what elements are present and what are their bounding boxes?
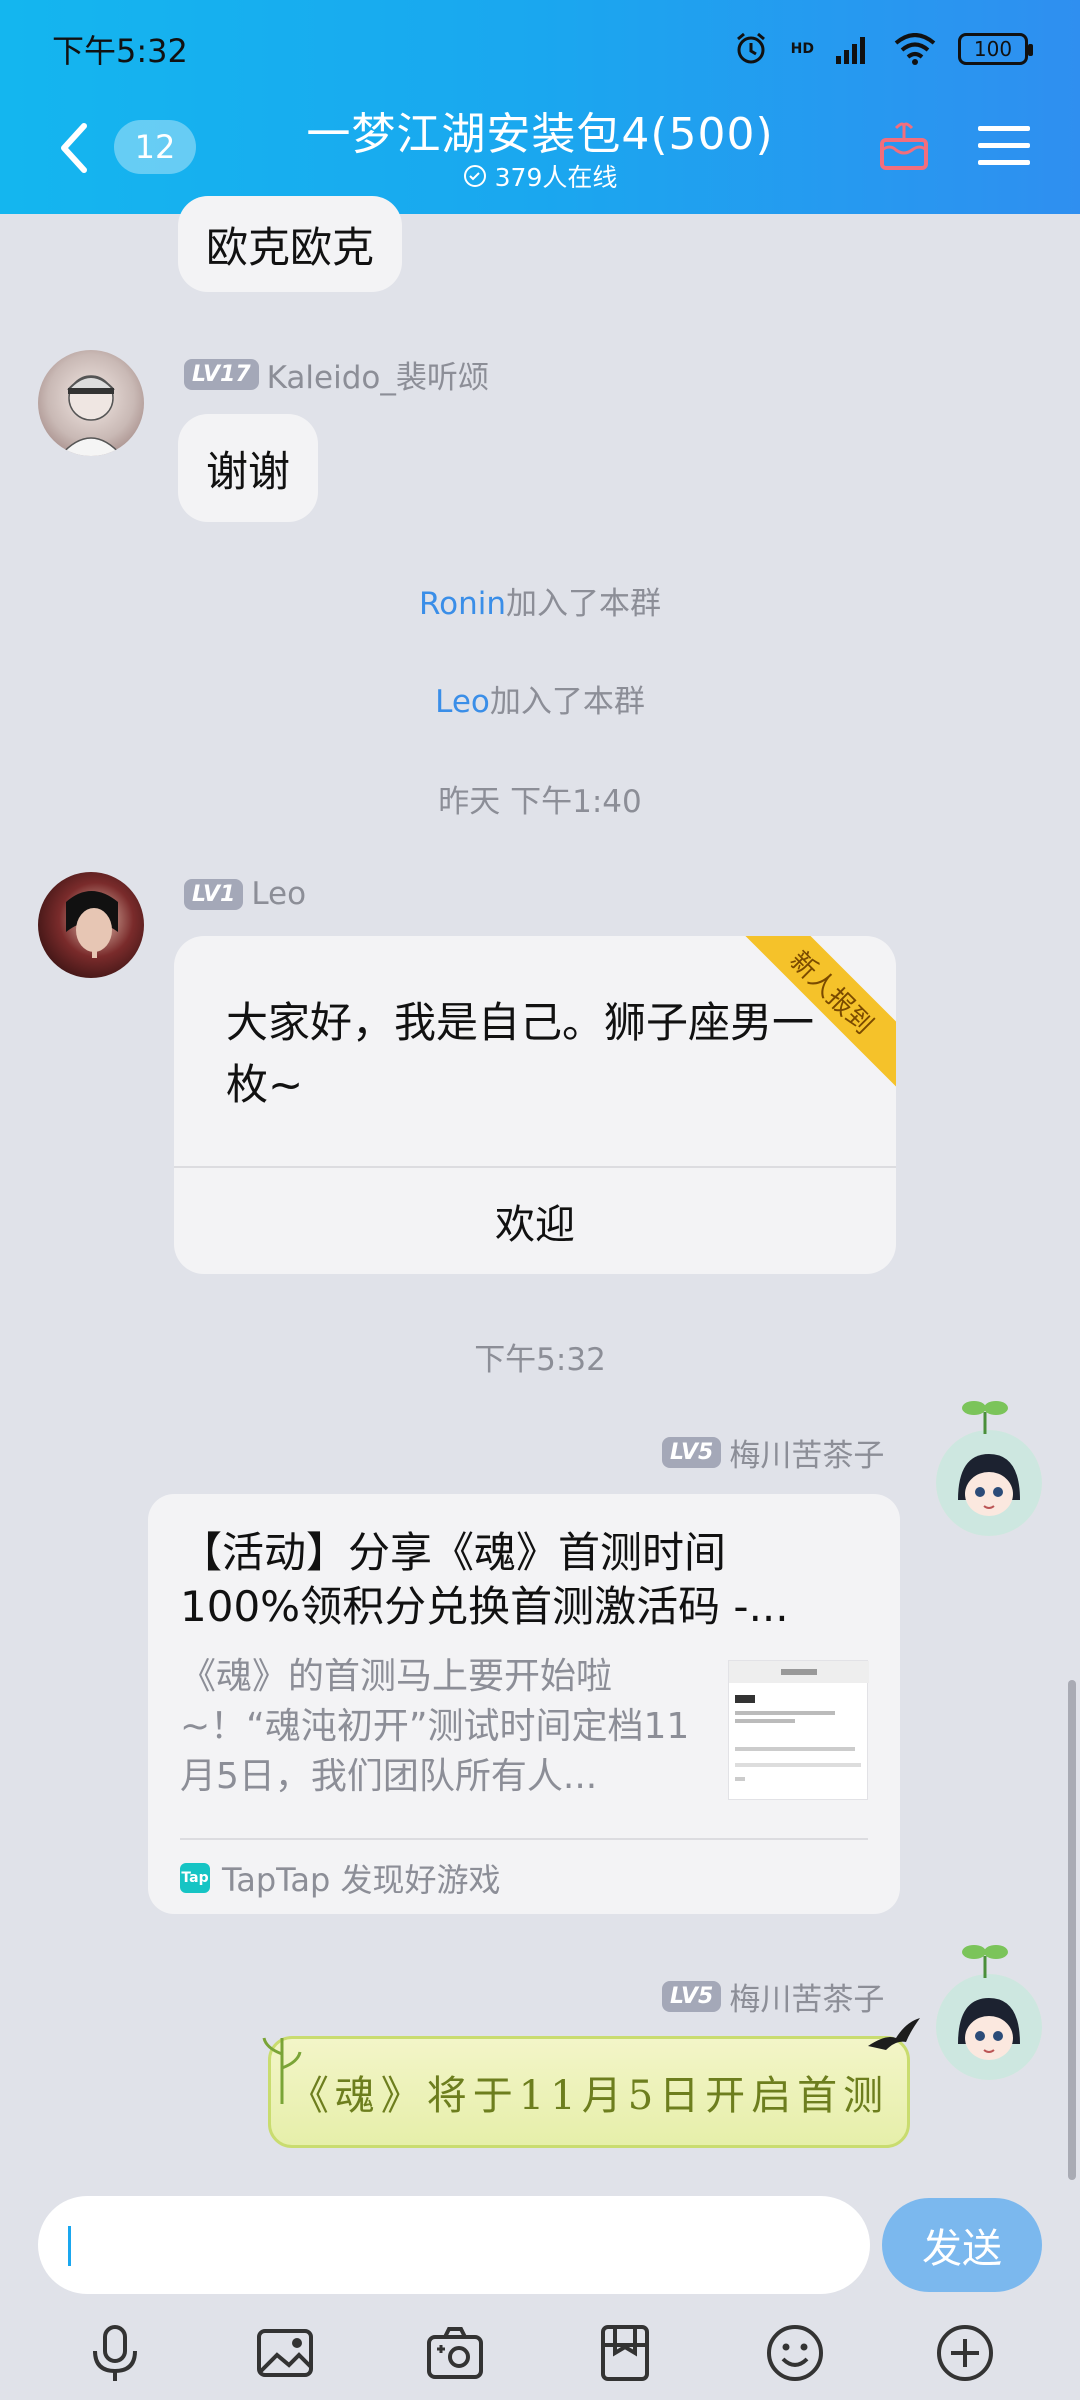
online-check-icon	[463, 165, 486, 187]
network-type: HD	[790, 41, 814, 57]
level-badge: LV5	[662, 1981, 722, 2012]
system-join-message: Leo加入了本群	[0, 676, 1080, 721]
avatar[interactable]	[936, 1430, 1042, 1536]
link-share-card[interactable]: 【活动】分享《魂》首测时间 100%领积分兑换首测激活码 -... 《魂》的首测…	[148, 1494, 900, 1914]
scrollbar[interactable]	[1068, 1680, 1076, 2180]
image-icon[interactable]	[253, 2321, 317, 2385]
message-text: 谢谢	[206, 446, 291, 496]
sender-name-row: LV1 Leo	[184, 876, 306, 912]
banner-text: 《魂》将于11月5日开启首测	[288, 2073, 890, 2119]
join-user-link[interactable]: Ronin	[419, 586, 506, 622]
article-thumbnail-icon	[729, 1661, 869, 1781]
input-area: 发送	[0, 2180, 1080, 2400]
card-divider	[180, 1838, 868, 1840]
wifi-icon	[894, 33, 936, 65]
link-thumbnail	[728, 1660, 869, 1800]
avatar[interactable]	[38, 350, 144, 456]
join-suffix: 加入了本群	[506, 586, 662, 622]
sender-name-row: LV5 梅川苦茶子	[662, 1974, 884, 2019]
message-text: 欧克欧克	[206, 222, 375, 272]
online-count-label: 379人在线	[494, 163, 618, 192]
chat-header: 下午5:32 HD 100 12 一梦江湖安装包4(500) 379人在线	[0, 0, 1080, 214]
level-badge: LV1	[184, 878, 244, 910]
sender-name[interactable]: Kaleido_裴听颂	[267, 352, 489, 397]
status-time: 下午5:32	[52, 32, 188, 70]
emoji-icon[interactable]	[763, 2321, 827, 2385]
sender-name-row: LV17 Kaleido_裴听颂	[184, 352, 489, 397]
signal-icon	[836, 37, 865, 64]
sender-name-row: LV5 梅川苦茶子	[662, 1430, 884, 1475]
file-icon[interactable]	[593, 2321, 657, 2385]
link-description: 《魂》的首测马上要开始啦~！“魂沌初开”测试时间定档11月5日，我们团队所有人.…	[180, 1656, 690, 1797]
input-toolbar	[0, 2306, 1080, 2400]
plus-icon[interactable]	[933, 2321, 997, 2385]
welcome-button[interactable]: 欢迎	[174, 1168, 896, 1274]
message-input[interactable]	[38, 2196, 870, 2294]
timestamp: 昨天 下午1:40	[438, 784, 642, 820]
system-join-message: Ronin加入了本群	[0, 578, 1080, 623]
bamboo-icon	[262, 2037, 302, 2104]
timestamp: 下午5:32	[474, 1342, 606, 1378]
sender-name[interactable]: 梅川苦茶子	[729, 1974, 884, 2019]
message-bubble: 欧克欧克	[178, 196, 403, 292]
camera-icon[interactable]	[423, 2321, 487, 2385]
swallow-icon	[868, 2018, 920, 2050]
sender-name[interactable]: Leo	[251, 876, 306, 912]
join-user-link[interactable]: Leo	[435, 684, 490, 720]
join-suffix: 加入了本群	[489, 684, 645, 720]
message-bubble[interactable]: 谢谢	[178, 414, 319, 522]
sprout-icon	[962, 1401, 1008, 1434]
avatar-portrait-icon	[936, 1974, 1042, 2080]
menu-icon[interactable]	[978, 122, 1030, 170]
gift-icon[interactable]	[876, 118, 932, 174]
sprout-icon	[962, 1945, 1008, 1978]
avatar-portrait-icon	[936, 1430, 1042, 1536]
text-caret	[68, 2226, 71, 2266]
microphone-icon[interactable]	[83, 2321, 147, 2385]
taptap-logo: Tap	[180, 1863, 210, 1893]
link-source-label: TapTap 发现好游戏	[222, 1861, 501, 1899]
link-title: 【活动】分享《魂》首测时间 100%领积分兑换首测激活码 -...	[180, 1528, 789, 1631]
alarm-icon	[736, 32, 765, 64]
send-button[interactable]: 发送	[882, 2198, 1042, 2292]
level-badge: LV17	[184, 359, 259, 390]
newcomer-message: 大家好，我是自己。狮子座男一枚~	[226, 998, 815, 1109]
link-source: Tap TapTap 发现好游戏	[180, 1850, 501, 1906]
battery-indicator: 100	[958, 33, 1033, 65]
avatar-portrait-icon	[66, 891, 118, 958]
level-badge: LV5	[662, 1437, 722, 1468]
decorated-text-bubble[interactable]: 《魂》将于11月5日开启首测	[268, 2036, 910, 2148]
newcomer-card: 新人报到 大家好，我是自己。狮子座男一枚~ 欢迎	[174, 936, 896, 1274]
avatar-portrait-icon	[59, 375, 123, 456]
battery-level: 100	[973, 37, 1013, 61]
status-icons: HD 100	[733, 31, 1033, 67]
avatar[interactable]	[936, 1974, 1042, 2080]
sender-name[interactable]: 梅川苦茶子	[729, 1430, 884, 1475]
avatar[interactable]	[38, 872, 144, 978]
status-bar: 下午5:32 HD 100	[52, 24, 1033, 74]
